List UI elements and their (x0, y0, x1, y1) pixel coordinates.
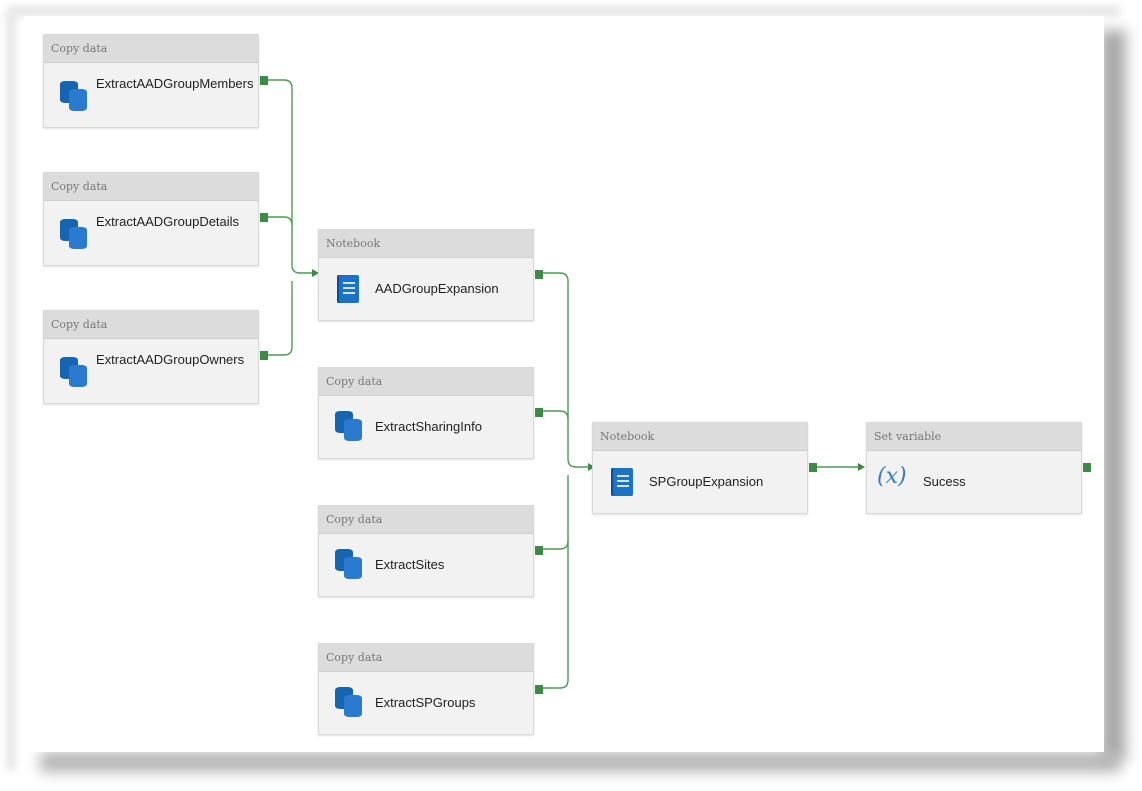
output-port[interactable] (260, 213, 268, 222)
activity-name: ExtractSites (375, 557, 445, 572)
activity-extract-aad-group-owners[interactable]: Copy data ExtractAADGroupOwners (43, 310, 268, 404)
activity-name: ExtractSPGroups (375, 695, 476, 710)
database-icon (335, 411, 363, 441)
output-port[interactable] (535, 546, 543, 555)
activity-type-label: Notebook (593, 423, 807, 451)
database-icon (60, 219, 88, 249)
database-icon (60, 357, 88, 387)
activity-type-label: Copy data (319, 644, 533, 672)
activity-set-variable-success[interactable]: Set variable (x) Sucess (866, 422, 1091, 514)
frame-shadow-top (10, 6, 1120, 16)
activity-aad-group-expansion[interactable]: Notebook AADGroupExpansion (318, 229, 543, 321)
output-port[interactable] (535, 408, 543, 417)
activity-sp-group-expansion[interactable]: Notebook SPGroupExpansion (592, 422, 817, 514)
activity-type-label: Copy data (44, 311, 258, 339)
activity-name: ExtractSharingInfo (375, 419, 482, 434)
output-port[interactable] (260, 76, 268, 85)
database-icon (335, 549, 363, 579)
output-port[interactable] (260, 351, 268, 360)
database-icon (60, 81, 88, 111)
frame-shadow-left (6, 10, 16, 770)
activity-type-label: Notebook (319, 230, 533, 258)
activity-name: Sucess (923, 474, 966, 489)
output-port[interactable] (809, 463, 817, 472)
notebook-icon (611, 468, 633, 496)
activity-name: AADGroupExpansion (375, 281, 499, 296)
database-icon (335, 687, 363, 717)
notebook-icon (337, 275, 359, 303)
activity-extract-sp-groups[interactable]: Copy data ExtractSPGroups (318, 643, 543, 735)
output-port[interactable] (535, 270, 543, 279)
output-port[interactable] (535, 685, 543, 694)
activity-extract-sites[interactable]: Copy data ExtractSites (318, 505, 543, 597)
activity-name: ExtractAADGroupMembers (96, 76, 254, 91)
activity-extract-aad-group-members[interactable]: Copy data ExtractAADGroupMembers (43, 34, 268, 128)
frame-shadow-bottom (40, 752, 1120, 772)
activity-type-label: Copy data (44, 173, 258, 201)
activity-name: ExtractAADGroupDetails (96, 214, 240, 229)
activity-type-label: Copy data (319, 506, 533, 534)
activity-type-label: Copy data (319, 368, 533, 396)
activity-type-label: Copy data (44, 35, 258, 63)
activity-extract-sharing-info[interactable]: Copy data ExtractSharingInfo (318, 367, 543, 459)
activity-extract-aad-group-details[interactable]: Copy data ExtractAADGroupDetails (43, 172, 268, 266)
activity-type-label: Set variable (867, 423, 1081, 451)
activity-name: ExtractAADGroupOwners (96, 352, 245, 367)
variable-icon: (x) (877, 464, 907, 489)
activity-name: SPGroupExpansion (649, 474, 764, 489)
output-port[interactable] (1083, 463, 1091, 472)
